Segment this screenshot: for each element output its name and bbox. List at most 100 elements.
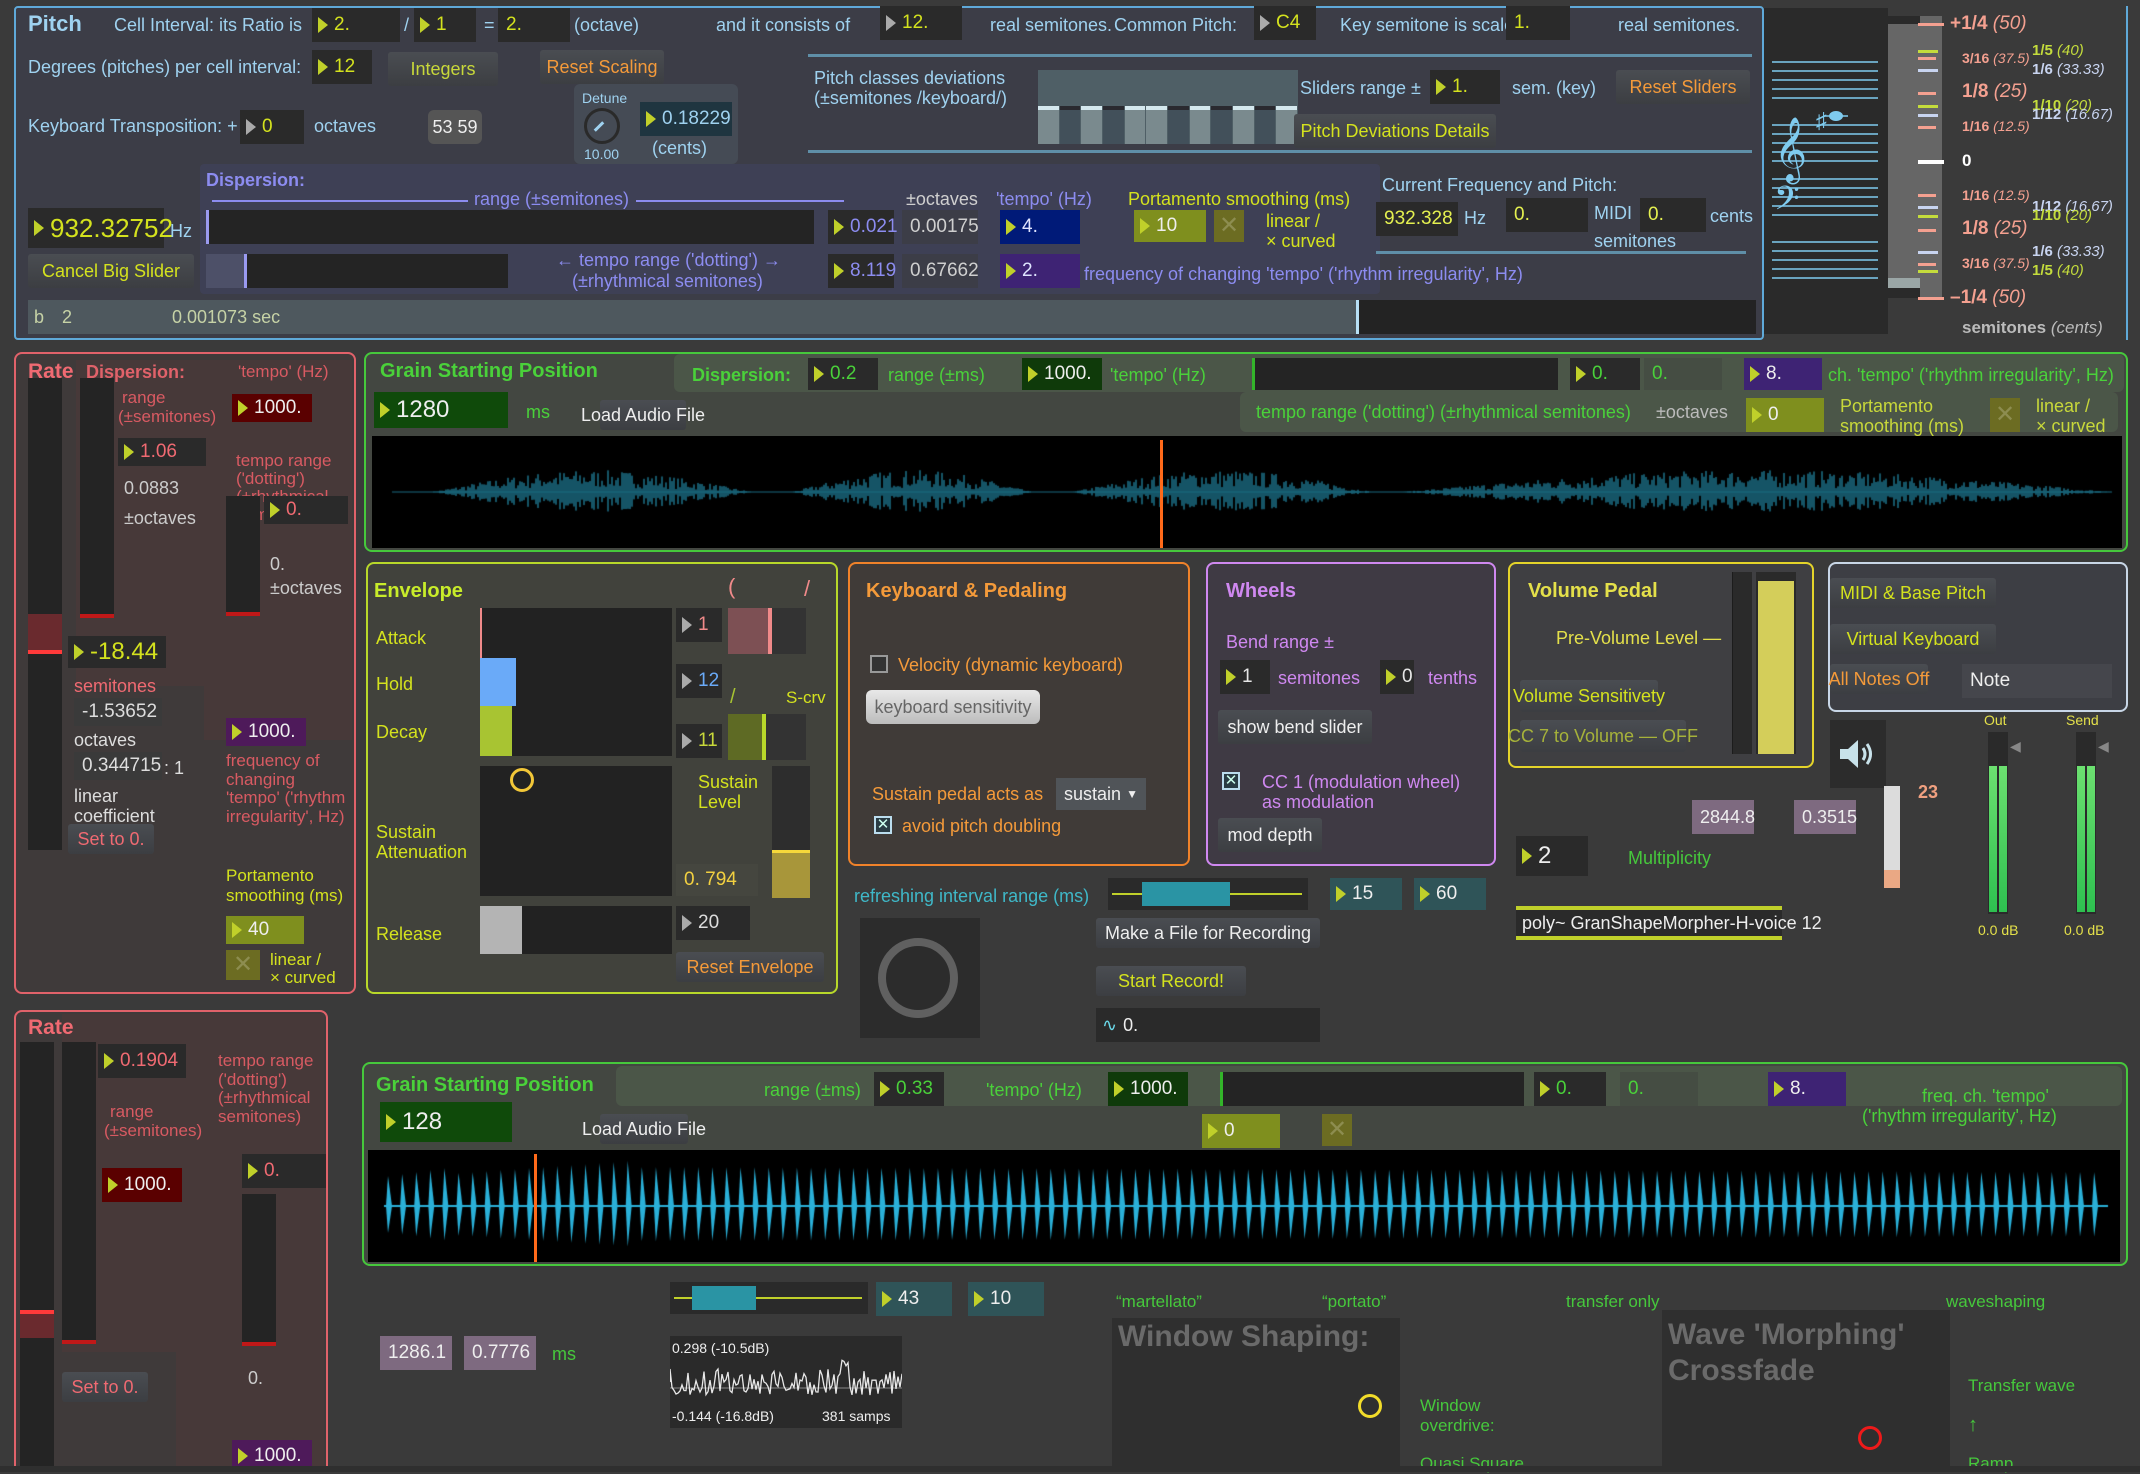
attack-curve-handle[interactable] (768, 608, 772, 654)
all-notes-off-button[interactable]: All Notes Off (1829, 664, 1929, 694)
send-meter[interactable] (2076, 732, 2096, 914)
midi-base-pitch-button[interactable]: MIDI & Base Pitch (1830, 578, 1996, 608)
rate2-tempo-field[interactable]: 1000. (102, 1168, 182, 1202)
rate2-slider[interactable] (20, 1042, 54, 1472)
decay-curve-handle[interactable] (762, 714, 766, 760)
rate2-tempo-range-field[interactable]: 0. (242, 1154, 326, 1188)
bottom-range-max-field[interactable]: 10 (968, 1282, 1044, 1316)
envelope-ahd-display[interactable] (480, 608, 672, 756)
degrees-field[interactable]: 12 (312, 50, 372, 84)
deviation-slider[interactable] (1168, 106, 1189, 144)
deviation-slider[interactable] (1103, 106, 1124, 144)
sustain-attenuation-handle[interactable] (510, 768, 534, 792)
window-shaping-pad[interactable]: Window Shaping: (1112, 1318, 1400, 1472)
grain-waveform[interactable] (372, 436, 2122, 548)
grain-position-field[interactable]: 1280 (374, 392, 508, 428)
rate-range-handle[interactable] (80, 614, 114, 618)
refresh-max-field[interactable]: 60 (1414, 878, 1486, 910)
grain-curve-toggle[interactable]: ✕ (1990, 398, 2020, 432)
grain2-freq-change-field[interactable]: 8. (1768, 1072, 1846, 1106)
reset-sliders-button[interactable]: Reset Sliders (1616, 70, 1750, 104)
poly-object[interactable]: poly~ GranShapeMorpher-H-voice 12 (1516, 906, 1822, 940)
show-bend-slider-button[interactable]: show bend slider (1218, 710, 1372, 744)
rate-portamento-field[interactable]: 40 (226, 916, 304, 944)
deviation-sliders[interactable] (1038, 70, 1298, 144)
out-gain-handle[interactable]: ◀ (2010, 738, 2021, 754)
wave-morph-pad[interactable]: Wave 'Morphing' Crossfade (1662, 1310, 1950, 1472)
refresh-range-thumb[interactable] (1142, 882, 1230, 906)
multiplicity-field[interactable]: 2 (1516, 836, 1588, 876)
rate-freq-change-field[interactable]: 1000. (226, 718, 306, 746)
hold-field[interactable]: 12 (676, 664, 722, 698)
detune-knob[interactable] (584, 108, 620, 144)
virtual-keyboard-button[interactable]: Virtual Keyboard (1830, 624, 1996, 654)
rate2-tempo-range-handle[interactable] (242, 1342, 276, 1346)
grain2-range-slider[interactable] (1220, 1072, 1524, 1106)
decay-field[interactable]: 11 (676, 724, 722, 758)
rate-range-field[interactable]: 1.06 (118, 438, 206, 466)
sustain-attenuation-pad[interactable] (480, 766, 672, 896)
refresh-range-slider[interactable] (1108, 878, 1308, 910)
mod-depth-button[interactable]: mod depth (1218, 818, 1322, 852)
deviation-slider[interactable] (1146, 106, 1167, 144)
rate2-set-zero-button[interactable]: Set to 0. (62, 1372, 148, 1402)
rate-slider[interactable] (28, 378, 62, 850)
disp-curve-toggle[interactable]: ✕ (1214, 210, 1244, 242)
consists-field[interactable]: 12. (880, 6, 962, 40)
grain-load-audio-button[interactable]: Load Audio File (581, 400, 705, 430)
volume-pedal-slider[interactable] (1756, 572, 1796, 754)
disp-range-field[interactable]: 0.021 (828, 210, 898, 244)
ratio-denominator-field[interactable]: 1 (414, 8, 476, 42)
refresh-min-field[interactable]: 15 (1330, 878, 1402, 910)
grain-range-field[interactable]: 0.2 (808, 358, 878, 390)
disp-freq-change-field[interactable]: 2. (1000, 254, 1080, 288)
grain-playhead[interactable] (1159, 440, 1163, 548)
deviation-slider[interactable] (1059, 106, 1081, 144)
tempo-range-handle[interactable] (244, 254, 247, 288)
rate2-range-field[interactable]: 0.1904 (98, 1044, 186, 1078)
grain-tempo-field[interactable]: 1000. (1022, 358, 1102, 390)
window-shaping-handle[interactable] (1358, 1394, 1382, 1418)
detune-field[interactable]: 0.18229 (640, 102, 732, 136)
deviation-slider[interactable] (1189, 106, 1211, 144)
sliders-range-field[interactable]: 1. (1430, 70, 1500, 104)
ratio-numerator-field[interactable]: 2. (312, 8, 400, 42)
common-pitch-field[interactable]: C4 (1254, 6, 1316, 40)
decay-curve-slider[interactable] (728, 714, 806, 760)
grain2-tempo-range-field[interactable]: 0. (1534, 1072, 1606, 1106)
key-scaled-field[interactable]: 1. (1506, 6, 1570, 40)
rate-set-zero-button[interactable]: Set to 0. (68, 824, 154, 854)
sustain-pedal-select[interactable]: sustain ▼ (1056, 778, 1146, 810)
disp-tempo-range-field[interactable]: 8.119 (828, 254, 896, 288)
bottom-range-slider[interactable] (670, 1282, 868, 1314)
rate-tempo-range-field[interactable]: 0. (264, 496, 348, 524)
reset-scaling-button[interactable]: Reset Scaling (540, 50, 664, 84)
grain2-playhead[interactable] (534, 1154, 538, 1262)
bottom-range-min-field[interactable]: 43 (876, 1282, 952, 1316)
bend-tenths-field[interactable]: 0 (1380, 660, 1414, 694)
make-file-button[interactable]: Make a File for Recording (1096, 918, 1320, 948)
reset-envelope-button[interactable]: Reset Envelope (676, 952, 824, 982)
velocity-checkbox[interactable] (870, 655, 888, 673)
rate-slider-handle[interactable] (28, 650, 62, 654)
out-meter[interactable] (1988, 732, 2008, 914)
deviation-slider[interactable] (1233, 106, 1254, 144)
speaker-button[interactable] (1830, 720, 1886, 788)
deviation-slider[interactable] (1081, 106, 1102, 144)
deviation-slider[interactable] (1038, 106, 1059, 144)
grain2-curve-toggle[interactable]: ✕ (1322, 1114, 1352, 1146)
rate2-tempo-range-slider[interactable] (242, 1194, 276, 1346)
avoid-doubling-checkbox[interactable]: ✕ (874, 816, 892, 834)
start-record-button[interactable]: Start Record! (1096, 966, 1246, 996)
cancel-big-slider-button[interactable]: Cancel Big Slider (28, 254, 194, 288)
disp-tempo-field[interactable]: 4. (1000, 210, 1080, 244)
release-field[interactable]: 20 (676, 906, 750, 940)
tempo-range-slider[interactable] (206, 254, 508, 288)
attack-field[interactable]: 1 (676, 608, 722, 642)
range-slider[interactable] (206, 210, 814, 244)
rate-tempo-range-slider[interactable] (226, 496, 260, 616)
rate2-range-slider[interactable] (62, 1042, 96, 1344)
attack-curve-slider[interactable] (728, 608, 806, 654)
deviation-slider[interactable] (1254, 106, 1276, 144)
bottom-range-thumb[interactable] (692, 1286, 756, 1310)
